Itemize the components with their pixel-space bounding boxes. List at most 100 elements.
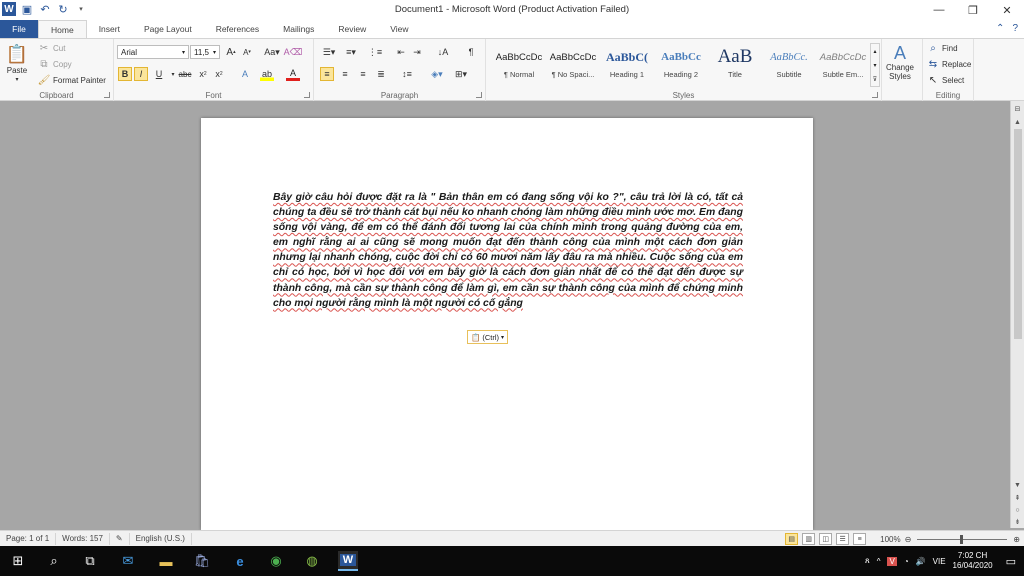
search-icon[interactable]: ⌕	[44, 551, 64, 571]
multilevel-list-icon[interactable]: ⋮≡	[366, 45, 384, 59]
align-center-button[interactable]: ≡	[338, 67, 352, 81]
shading-icon[interactable]: ◈▾	[428, 67, 446, 81]
chevron-down-icon[interactable]: ▾	[873, 62, 876, 69]
word-count[interactable]: Words: 157	[56, 532, 110, 545]
pilcrow-icon[interactable]: ¶	[464, 45, 478, 59]
document-page[interactable]: Bây giờ câu hỏi được đặt ra là " Bản thâ…	[201, 118, 813, 530]
decrease-indent-icon[interactable]: ⇤	[394, 45, 408, 59]
language[interactable]: English (U.S.)	[130, 532, 192, 545]
app-icon[interactable]: ◍	[302, 551, 322, 571]
text-effects-icon[interactable]: A	[238, 67, 252, 81]
notification-icon[interactable]: ▭	[1006, 555, 1016, 568]
cut-button[interactable]: ✂ Cut	[38, 42, 66, 54]
zoom-out-icon[interactable]: ⊖	[905, 535, 912, 544]
paragraph-launcher-icon[interactable]	[476, 92, 482, 98]
chevron-up-icon[interactable]: ▴	[873, 48, 876, 55]
replace-button[interactable]: ⇆ Replace	[927, 58, 972, 70]
word-taskbar-icon[interactable]: W	[338, 551, 358, 571]
style-heading-2[interactable]: AaBbCc Heading 2	[654, 44, 708, 86]
find-button[interactable]: ⌕ Find	[927, 42, 957, 54]
format-painter-button[interactable]: 🖌 Format Painter	[38, 74, 106, 86]
zoom-slider[interactable]	[917, 534, 1008, 544]
style-no-spacing[interactable]: AaBbCcDc ¶ No Spaci...	[546, 44, 600, 86]
strikethrough-button[interactable]: abc	[178, 67, 192, 81]
network-icon[interactable]: ◔	[904, 557, 909, 566]
volume-icon[interactable]: 🔊	[916, 557, 926, 566]
numbering-icon[interactable]: ≡▾	[342, 45, 360, 59]
bullets-icon[interactable]: ☰▾	[320, 45, 338, 59]
highlight-icon[interactable]: ab	[260, 67, 274, 81]
align-left-button[interactable]: ≡	[320, 67, 334, 81]
store-icon[interactable]: 🛍	[192, 551, 212, 571]
input-language[interactable]: VIE	[933, 557, 946, 566]
more-icon[interactable]: ⊽	[873, 76, 877, 83]
tab-review[interactable]: Review	[326, 20, 378, 38]
underline-button[interactable]: U	[152, 67, 166, 81]
people-icon[interactable]: ጸ	[865, 556, 870, 566]
previous-page-icon[interactable]: ⇞	[1011, 492, 1024, 504]
minimize-ribbon-icon[interactable]: ⌃	[996, 23, 1004, 34]
edge-icon[interactable]: e	[230, 551, 250, 571]
zoom-slider-thumb[interactable]	[960, 534, 964, 544]
document-body[interactable]: Bây giờ câu hỏi được đặt ra là " Bản thâ…	[273, 190, 743, 311]
minimize-icon[interactable]: —	[922, 0, 956, 20]
justify-button[interactable]: ≣	[374, 67, 388, 81]
font-launcher-icon[interactable]	[304, 92, 310, 98]
chrome-icon[interactable]: ◉	[266, 551, 286, 571]
align-right-button[interactable]: ≡	[356, 67, 370, 81]
print-layout-icon[interactable]: ▤	[785, 533, 799, 545]
styles-scroll[interactable]: ▴ ▾ ⊽	[870, 43, 880, 87]
increase-indent-icon[interactable]: ⇥	[410, 45, 424, 59]
tab-references[interactable]: References	[204, 20, 271, 38]
clock[interactable]: 7:02 CH 16/04/2020	[953, 551, 993, 571]
borders-icon[interactable]: ⊞▾	[452, 67, 470, 81]
grow-font-icon[interactable]: A ▴	[224, 45, 238, 59]
mail-icon[interactable]: ✉	[118, 551, 138, 571]
paste-options-button[interactable]: 📋 (Ctrl) ▾	[467, 330, 509, 344]
restore-icon[interactable]: ❐	[956, 0, 990, 20]
zoom-in-icon[interactable]: ⊕	[1013, 535, 1020, 544]
style-normal[interactable]: AaBbCcDc ¶ Normal	[492, 44, 546, 86]
change-case-icon[interactable]: Aa▾	[262, 45, 282, 59]
scroll-down-icon[interactable]: ▼	[1011, 479, 1024, 491]
sort-icon[interactable]: ↓A	[436, 45, 450, 59]
tab-page-layout[interactable]: Page Layout	[132, 20, 204, 38]
tab-home[interactable]: Home	[38, 20, 87, 38]
vertical-scrollbar[interactable]: ⊟ ▲ ▼ ⇞ ○ ⇟	[1010, 101, 1024, 528]
style-subtle-emphasis[interactable]: AaBbCcDc Subtle Em...	[816, 44, 870, 86]
show-hidden-icons[interactable]: ^	[877, 557, 881, 566]
style-subtitle[interactable]: AaBbCc. Subtitle	[762, 44, 816, 86]
change-styles-button[interactable]: A Change Styles	[884, 43, 916, 82]
ruler-toggle-icon[interactable]: ⊟	[1011, 103, 1024, 115]
next-page-icon[interactable]: ⇟	[1011, 516, 1024, 528]
proofing-icon[interactable]: ✎	[110, 532, 130, 545]
superscript-button[interactable]: x2	[212, 67, 226, 81]
windows-start-icon[interactable]: ⊞	[8, 551, 28, 571]
paste-button[interactable]: 📋 Paste ▾	[6, 43, 28, 84]
full-screen-reading-icon[interactable]: ▥	[802, 533, 816, 545]
help-icon[interactable]: ?	[1012, 23, 1018, 34]
browse-object-icon[interactable]: ○	[1011, 504, 1024, 516]
tab-insert[interactable]: Insert	[87, 20, 132, 38]
font-size-select[interactable]: 11,5 ▾	[190, 45, 220, 59]
page-count[interactable]: Page: 1 of 1	[0, 532, 57, 545]
zoom-level[interactable]: 100%	[880, 535, 900, 544]
font-name-select[interactable]: Arial ▾	[117, 45, 189, 59]
copy-button[interactable]: ⧉ Copy	[38, 58, 71, 70]
line-spacing-icon[interactable]: ↕≡	[398, 67, 416, 81]
antivirus-icon[interactable]: V	[887, 556, 897, 566]
style-heading-1[interactable]: AaBbC( Heading 1	[600, 44, 654, 86]
clipboard-launcher-icon[interactable]	[104, 92, 110, 98]
scroll-thumb[interactable]	[1014, 129, 1022, 339]
font-color-icon[interactable]: A	[286, 67, 300, 81]
tab-view[interactable]: View	[378, 20, 420, 38]
outline-icon[interactable]: ☰	[836, 533, 850, 545]
tab-mailings[interactable]: Mailings	[271, 20, 326, 38]
style-title[interactable]: AaB Title	[708, 44, 762, 86]
tab-file[interactable]: File	[0, 20, 38, 38]
file-explorer-icon[interactable]: ▬	[156, 551, 176, 571]
select-button[interactable]: ↖ Select	[927, 74, 964, 86]
scroll-up-icon[interactable]: ▲	[1011, 116, 1024, 128]
subscript-button[interactable]: x2	[196, 67, 210, 81]
task-view-icon[interactable]: ⧉	[80, 551, 100, 571]
